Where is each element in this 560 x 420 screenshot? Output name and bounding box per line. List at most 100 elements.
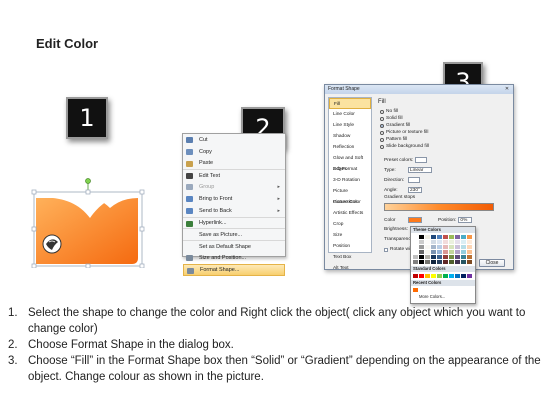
color-swatch[interactable] bbox=[413, 255, 418, 259]
nav-item-picture-color[interactable]: Picture Color bbox=[329, 197, 371, 208]
color-swatch[interactable] bbox=[437, 274, 442, 278]
menu-item-format-shape[interactable]: Format Shape... bbox=[183, 263, 285, 276]
color-swatch[interactable] bbox=[419, 235, 424, 239]
direction-dropdown[interactable] bbox=[408, 177, 420, 183]
color-swatch[interactable] bbox=[455, 240, 460, 244]
color-swatch[interactable] bbox=[413, 240, 418, 244]
color-swatch[interactable] bbox=[467, 250, 472, 254]
color-swatch[interactable] bbox=[413, 274, 418, 278]
color-swatch[interactable] bbox=[467, 274, 472, 278]
radio-button[interactable] bbox=[380, 137, 384, 142]
color-swatch[interactable] bbox=[467, 240, 472, 244]
color-swatch[interactable] bbox=[425, 245, 430, 249]
color-swatch[interactable] bbox=[425, 274, 430, 278]
color-swatch[interactable] bbox=[461, 250, 466, 254]
color-swatch[interactable] bbox=[437, 235, 442, 239]
color-swatch[interactable] bbox=[455, 245, 460, 249]
color-swatch[interactable] bbox=[455, 250, 460, 254]
color-swatch[interactable] bbox=[443, 260, 448, 264]
preset-colors-dropdown[interactable] bbox=[415, 157, 428, 163]
color-swatch[interactable] bbox=[461, 255, 466, 259]
color-swatch[interactable] bbox=[437, 250, 442, 254]
color-swatch[interactable] bbox=[443, 274, 448, 278]
color-swatch[interactable] bbox=[449, 260, 454, 264]
color-swatch[interactable] bbox=[425, 250, 430, 254]
menu-item-send-to-back[interactable]: Send to Back ▸ bbox=[183, 205, 285, 217]
gradient-stops-bar[interactable] bbox=[384, 203, 494, 211]
color-swatch[interactable] bbox=[449, 235, 454, 239]
fill-option-slide-background-fill[interactable]: Slide background fill bbox=[380, 144, 429, 149]
fill-option-pattern-fill[interactable]: Pattern fill bbox=[380, 137, 407, 142]
color-swatch[interactable] bbox=[419, 250, 424, 254]
menu-item-paste[interactable]: Paste bbox=[183, 158, 285, 170]
nav-item-line-style[interactable]: Line Style bbox=[329, 120, 371, 131]
menu-item-group[interactable]: Group ▸ bbox=[183, 181, 285, 193]
color-swatch[interactable] bbox=[431, 250, 436, 254]
type-select[interactable]: Linear bbox=[408, 167, 432, 173]
recent-color-swatch[interactable] bbox=[413, 288, 418, 292]
color-swatch[interactable] bbox=[419, 245, 424, 249]
position-input[interactable]: 0% bbox=[458, 217, 473, 223]
color-swatch[interactable] bbox=[431, 274, 436, 278]
color-swatch[interactable] bbox=[449, 274, 454, 278]
menu-item-size-and-position[interactable]: Size and Position... bbox=[183, 252, 285, 264]
color-swatch[interactable] bbox=[455, 255, 460, 259]
radio-button[interactable] bbox=[380, 116, 384, 121]
color-swatch[interactable] bbox=[419, 255, 424, 259]
color-swatch[interactable] bbox=[449, 240, 454, 244]
color-swatch[interactable] bbox=[425, 240, 430, 244]
radio-button[interactable] bbox=[380, 109, 384, 114]
color-swatch[interactable] bbox=[413, 260, 418, 264]
radio-button[interactable] bbox=[380, 123, 384, 128]
fill-option-gradient-fill[interactable]: Gradient fill bbox=[380, 123, 410, 128]
nav-item-picture-corrections[interactable]: Picture Corrections bbox=[329, 186, 371, 205]
menu-item-cut[interactable]: Cut bbox=[183, 134, 285, 146]
color-swatch[interactable] bbox=[437, 240, 442, 244]
color-swatch[interactable] bbox=[443, 240, 448, 244]
color-picker-button[interactable] bbox=[408, 217, 422, 223]
color-swatch[interactable] bbox=[467, 235, 472, 239]
radio-button[interactable] bbox=[380, 144, 384, 149]
color-swatch[interactable] bbox=[443, 245, 448, 249]
color-swatch[interactable] bbox=[431, 255, 436, 259]
color-swatch[interactable] bbox=[431, 235, 436, 239]
angle-input[interactable]: 230° bbox=[408, 187, 422, 193]
nav-item-crop[interactable]: Crop bbox=[329, 219, 371, 230]
color-swatch[interactable] bbox=[467, 245, 472, 249]
nav-item-fill[interactable]: Fill bbox=[329, 98, 371, 109]
color-swatch[interactable] bbox=[455, 235, 460, 239]
color-swatch[interactable] bbox=[431, 260, 436, 264]
nav-item-shadow[interactable]: Shadow bbox=[329, 131, 371, 142]
color-swatch[interactable] bbox=[437, 245, 442, 249]
more-colors-link[interactable]: More Colors... bbox=[411, 294, 475, 300]
nav-item-3-d-format[interactable]: 3-D Format bbox=[329, 164, 371, 175]
nav-item-position[interactable]: Position bbox=[329, 241, 371, 252]
fill-option-picture-or-texture-fill[interactable]: Picture or texture fill bbox=[380, 130, 428, 135]
color-swatch[interactable] bbox=[443, 235, 448, 239]
color-swatch[interactable] bbox=[461, 274, 466, 278]
nav-item-3-d-rotation[interactable]: 3-D Rotation bbox=[329, 175, 371, 186]
color-swatch[interactable] bbox=[431, 240, 436, 244]
color-swatch[interactable] bbox=[425, 260, 430, 264]
fill-option-no-fill[interactable]: No fill bbox=[380, 109, 398, 114]
selected-shape[interactable] bbox=[30, 178, 150, 269]
radio-button[interactable] bbox=[380, 130, 384, 135]
nav-item-artistic-effects[interactable]: Artistic Effects bbox=[329, 208, 371, 219]
color-swatch[interactable] bbox=[461, 245, 466, 249]
color-swatch[interactable] bbox=[425, 255, 430, 259]
color-swatch[interactable] bbox=[413, 250, 418, 254]
color-swatch[interactable] bbox=[419, 240, 424, 244]
nav-item-reflection[interactable]: Reflection bbox=[329, 142, 371, 153]
menu-item-save-as-picture[interactable]: Save as Picture... bbox=[183, 228, 285, 240]
color-swatch[interactable] bbox=[449, 255, 454, 259]
nav-item-size[interactable]: Size bbox=[329, 230, 371, 241]
color-swatch[interactable] bbox=[419, 274, 424, 278]
color-swatch[interactable] bbox=[413, 235, 418, 239]
color-swatch[interactable] bbox=[431, 245, 436, 249]
nav-item-alt-text[interactable]: Alt Text bbox=[329, 263, 371, 274]
menu-item-bring-to-front[interactable]: Bring to Front ▸ bbox=[183, 193, 285, 205]
color-swatch[interactable] bbox=[461, 260, 466, 264]
color-swatch[interactable] bbox=[413, 245, 418, 249]
nav-item-text-box[interactable]: Text Box bbox=[329, 252, 371, 263]
color-swatch[interactable] bbox=[443, 255, 448, 259]
